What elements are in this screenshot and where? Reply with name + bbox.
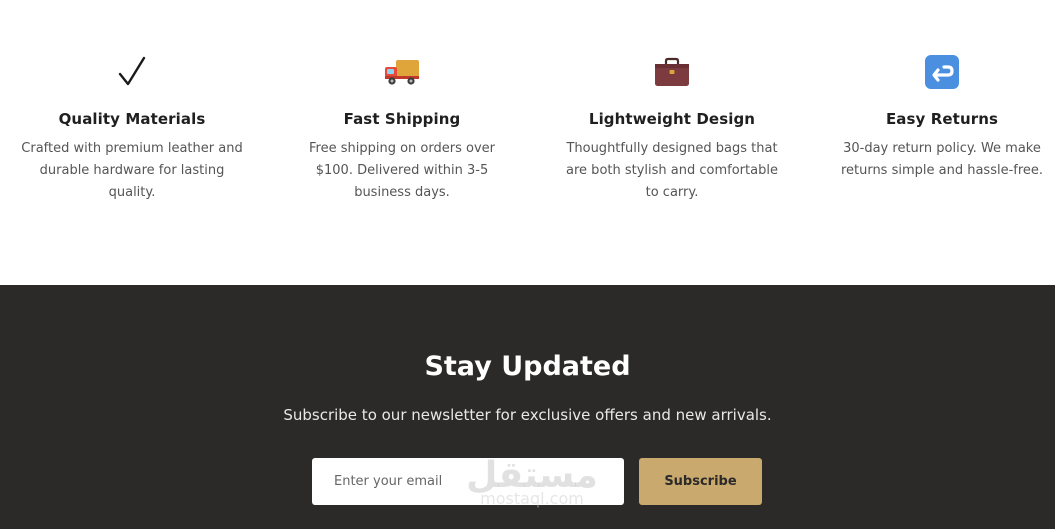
briefcase-icon [552, 50, 792, 94]
feature-title: Easy Returns [885, 110, 999, 128]
delivery-truck-icon [282, 50, 522, 94]
email-input[interactable] [312, 458, 624, 505]
newsletter-subtitle: Subscribe to our newsletter for exclusiv… [283, 406, 772, 424]
feature-title: Fast Shipping [343, 110, 461, 128]
check-icon [12, 50, 252, 94]
subscribe-button[interactable]: Subscribe [639, 458, 762, 505]
feature-description: 30-day return policy. We make returns si… [840, 141, 1044, 178]
feature-lightweight-design: Lightweight Design Thoughtfully designed… [552, 50, 792, 204]
feature-quality-materials: Quality Materials Crafted with premium l… [12, 50, 252, 204]
features-section: Quality Materials Crafted with premium l… [0, 0, 1055, 285]
feature-description: Thoughtfully designed bags that are both… [566, 141, 778, 200]
newsletter-section: Stay Updated Subscribe to our newsletter… [0, 285, 1055, 529]
feature-description: Free shipping on orders over $100. Deliv… [309, 141, 495, 200]
feature-description: Crafted with premium leather and durable… [21, 141, 243, 200]
newsletter-title: Stay Updated [424, 351, 631, 382]
feature-fast-shipping: Fast Shipping Free shipping on orders ov… [282, 50, 522, 204]
feature-title: Lightweight Design [588, 110, 756, 128]
return-arrow-icon [822, 50, 1055, 94]
feature-title: Quality Materials [58, 110, 206, 128]
feature-easy-returns: Easy Returns 30-day return policy. We ma… [822, 50, 1055, 182]
